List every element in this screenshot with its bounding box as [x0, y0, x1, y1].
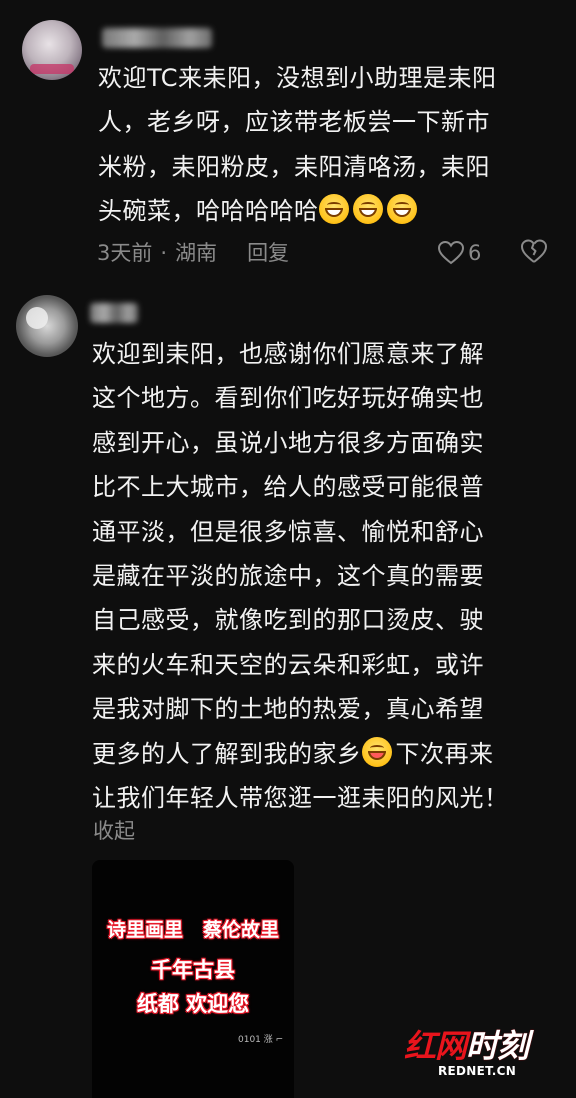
watermark-logo-part: 红网: [404, 1027, 467, 1065]
collapse-button[interactable]: 收起: [93, 816, 135, 846]
broken-heart-icon: [521, 239, 547, 263]
comment-text: 欢迎到耒阳，也感谢你们愿意来了解 这个地方。看到你们吃好玩好确实也 感到开心，虽…: [92, 332, 544, 820]
comment-line: 欢迎到耒阳，也感谢你们愿意来了解: [92, 340, 484, 368]
comment-meta: 3天前 · 湖南 回复: [97, 238, 289, 268]
avatar[interactable]: [16, 295, 78, 357]
comment-line: 比不上大城市，给人的感受可能很普: [92, 473, 484, 502]
comment-text: 欢迎TC来耒阳，没想到小助理是耒阳 人，老乡呀，应该带老板尝一下新市 米粉，耒阳…: [98, 56, 538, 234]
comment-line: 是藏在平淡的旅途中，这个真的需要: [92, 562, 484, 591]
video-caption-line: 诗里画里 蔡伦故里: [92, 915, 294, 942]
comment-line: 人，老乡呀，应该带老板尝一下新市: [98, 108, 490, 137]
like-button[interactable]: 6: [438, 238, 481, 268]
watermark-logo: 红网时刻: [404, 1027, 529, 1065]
comment-line: 这个地方。看到你们吃好玩好确实也: [92, 384, 484, 413]
grinning-face-emoji-icon: [352, 194, 383, 225]
comment-line: 米粉，耒阳粉皮，耒阳清咯汤，耒阳: [98, 152, 490, 181]
reply-button[interactable]: 回复: [247, 241, 289, 265]
comment-line: 是我对脚下的土地的热爱，真心希望: [92, 695, 484, 724]
winking-tongue-emoji-icon: [361, 736, 392, 767]
comment-line: 让我们年轻人带您逛一逛耒阳的风光！: [92, 784, 509, 813]
like-count: 6: [468, 241, 482, 265]
comment-line: 自己感受，就像吃到的那口烫皮、驶: [92, 606, 484, 635]
video-caption-text: 蔡伦故里: [203, 919, 280, 941]
comment-line-text: 头碗菜，哈哈哈哈哈: [98, 197, 319, 226]
comment-line-last: 头碗菜，哈哈哈哈哈: [98, 189, 538, 233]
video-caption-line: 纸都 欢迎您: [136, 992, 250, 1016]
heart-outline-icon: [438, 241, 464, 265]
avatar[interactable]: [22, 20, 82, 80]
comment-line-text: 下次再来: [395, 739, 494, 768]
comment-time: 3天前: [97, 241, 153, 265]
username-blurred[interactable]: [102, 28, 212, 48]
comment-line-text: 更多的人了解到我的家乡: [92, 739, 362, 768]
comment-line-with-emoji: 更多的人了解到我的家乡 下次再来: [92, 732, 544, 776]
rednet-watermark: 红网时刻 REDNET.CN: [404, 1028, 554, 1088]
grinning-face-emoji-icon: [386, 194, 417, 225]
comment-line: 欢迎TC来耒阳，没想到小助理是耒阳: [98, 64, 497, 92]
watermark-site: REDNET.CN: [438, 1064, 517, 1078]
video-caption-line: 千年古县: [151, 958, 235, 982]
meta-separator: ·: [160, 241, 168, 265]
video-thumbnail[interactable]: 诗里画里 蔡伦故里 千年古县 纸都 欢迎您 0101 涨 ⌐: [92, 860, 294, 1098]
comment-line: 感到开心，虽说小地方很多方面确实: [92, 428, 484, 457]
video-caption-text: 诗里画里: [106, 919, 183, 941]
video-stamp: 0101 涨 ⌐: [238, 1035, 284, 1045]
grinning-face-emoji-icon: [318, 194, 349, 225]
username-blurred[interactable]: [90, 303, 138, 323]
comment-location: 湖南: [175, 241, 218, 265]
dislike-button[interactable]: [520, 238, 548, 268]
watermark-logo-part: 时刻: [466, 1027, 529, 1065]
comment-line: 通平淡，但是很多惊喜、愉悦和舒心: [92, 517, 484, 546]
comment-line: 来的火车和天空的云朵和彩虹，或许: [92, 650, 484, 679]
